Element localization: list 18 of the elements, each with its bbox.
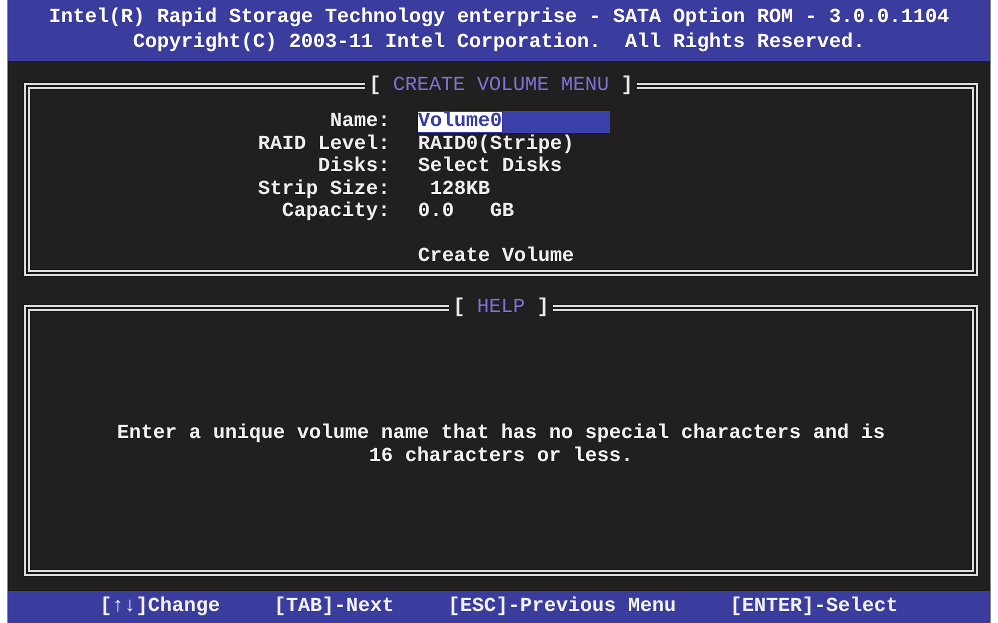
field-label: Disks: [318, 156, 390, 178]
field-label: Name: [330, 111, 390, 134]
field-value: 0.0 GB [418, 201, 514, 224]
key-hint: [ESC]-Previous Menu [448, 594, 676, 620]
key-hint: [TAB]-Next [274, 594, 394, 620]
name-input-field[interactable]: Volume0 [418, 111, 610, 133]
key-hint: [↑↓]Change [100, 594, 220, 620]
key-hint: [ENTER]-Select [730, 594, 898, 620]
copyright-text: Copyright(C) 2003-11 Intel Corporation. All Rights Reserved. [132, 30, 866, 55]
create-volume-option[interactable]: Create Volume [418, 245, 574, 268]
title-text: Intel(R) Rapid Storage Technology enterprise - SATA Option ROM - 3.0.0.1104 [48, 5, 950, 30]
field-label: RAID Level: [258, 134, 390, 156]
help-text: Enter a unique volume name that has no special characters and is 16 characters or less. [116, 422, 886, 468]
field-label: Capacity: [282, 201, 390, 224]
field-value: RAID0(Stripe) [418, 134, 574, 156]
field-value: 128KB [429, 178, 490, 201]
field-label: Strip Size: [258, 178, 390, 201]
field-value: Select Disks [418, 156, 562, 178]
